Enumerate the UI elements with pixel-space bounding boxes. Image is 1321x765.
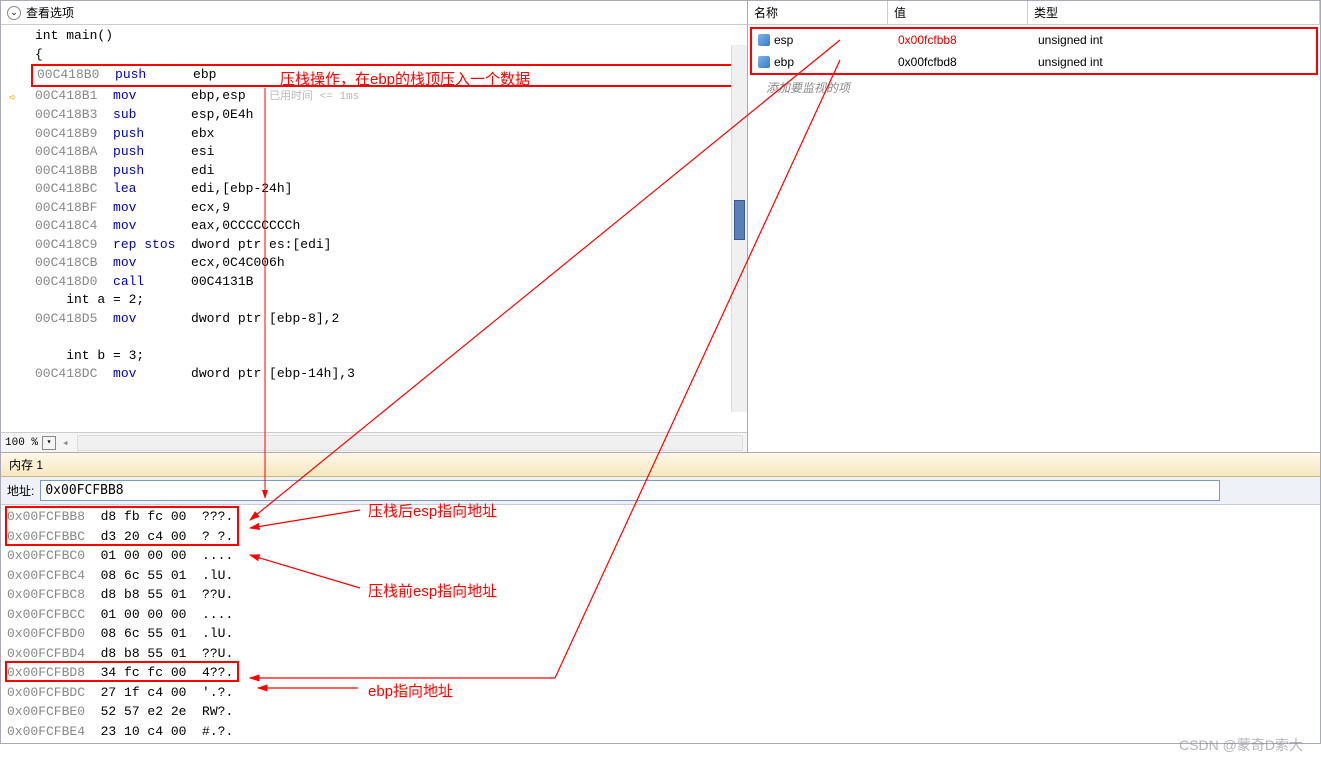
watch-row[interactable]: esp0x00fcfbb8unsigned int — [752, 29, 1316, 51]
scroll-thumb[interactable] — [734, 200, 745, 240]
zoom-dropdown[interactable]: ▾ — [42, 436, 56, 450]
zoom-value: 100 % — [5, 437, 38, 449]
memory-row[interactable]: 0x00FCFBD0 08 6c 55 01 .lU. — [7, 624, 1314, 644]
code-line[interactable]: 00C418BA push esi — [31, 143, 747, 162]
code-header-title: 查看选项 — [26, 4, 74, 21]
code-line[interactable]: 00C418D5 mov dword ptr [ebp-8],2 — [31, 310, 747, 329]
memory-row[interactable]: 0x00FCFBD8 34 fc fc 00 4??. — [7, 663, 1314, 683]
memory-row[interactable]: 0x00FCFBC0 01 00 00 00 .... — [7, 546, 1314, 566]
code-line[interactable]: 00C418CB mov ecx,0C4C006h — [31, 254, 747, 273]
code-header: ⌄ 查看选项 — [1, 1, 747, 25]
memory-row[interactable]: 0x00FCFBDC 27 1f c4 00 '.?. — [7, 683, 1314, 703]
code-line[interactable]: 00C418B9 push ebx — [31, 125, 747, 144]
code-line[interactable]: 00C418DC mov dword ptr [ebp-14h],3 — [31, 365, 747, 384]
code-line[interactable]: int main() — [31, 27, 747, 46]
disassembly-pane: ⌄ 查看选项 int main(){00C418B0 push ebp➪00C4… — [1, 1, 748, 452]
code-line[interactable]: 00C418D0 call 00C4131B — [31, 273, 747, 292]
memory-address-row: 地址: — [1, 477, 1320, 505]
code-line[interactable]: 00C418C4 mov eax,0CCCCCCCCh — [31, 217, 747, 236]
code-body[interactable]: int main(){00C418B0 push ebp➪00C418B1 mo… — [1, 25, 747, 432]
code-line[interactable]: int a = 2; — [31, 291, 747, 310]
zoom-bar: 100 % ▾ ◂ — [1, 432, 747, 452]
vertical-scrollbar[interactable] — [731, 45, 747, 412]
memory-row[interactable]: 0x00FCFBCC 01 00 00 00 .... — [7, 605, 1314, 625]
memory-row[interactable]: 0x00FCFBD4 d8 b8 55 01 ??U. — [7, 644, 1314, 664]
watch-pane: 名称 值 类型 esp0x00fcfbb8unsigned intebp0x00… — [748, 1, 1320, 452]
memory-pane: 内存 1 地址: 0x00FCFBB8 d8 fb fc 00 ???.0x00… — [0, 453, 1321, 744]
watch-col-type: 类型 — [1028, 1, 1320, 24]
memory-row[interactable]: 0x00FCFBE0 52 57 e2 2e RW?. — [7, 702, 1314, 722]
watch-placeholder[interactable]: 添加要监视的项 — [748, 77, 1320, 98]
memory-row[interactable]: 0x00FCFBBC d3 20 c4 00 ? ?. — [7, 527, 1314, 547]
watch-highlight-box: esp0x00fcfbb8unsigned intebp0x00fcfbd8un… — [750, 27, 1318, 75]
memory-body[interactable]: 0x00FCFBB8 d8 fb fc 00 ???.0x00FCFBBC d3… — [1, 505, 1320, 743]
variable-icon — [758, 34, 770, 46]
memory-row[interactable]: 0x00FCFBB8 d8 fb fc 00 ???. — [7, 507, 1314, 527]
watch-col-value: 值 — [888, 1, 1028, 24]
memory-row[interactable]: 0x00FCFBC4 08 6c 55 01 .lU. — [7, 566, 1314, 586]
code-line[interactable]: 00C418BC lea edi,[ebp-24h] — [31, 180, 747, 199]
watch-col-name: 名称 — [748, 1, 888, 24]
watch-header: 名称 值 类型 — [748, 1, 1320, 25]
chevron-down-icon[interactable]: ⌄ — [7, 6, 21, 20]
code-line[interactable]: 00C418C9 rep stos dword ptr es:[edi] — [31, 236, 747, 255]
code-line[interactable]: 00C418BF mov ecx,9 — [31, 199, 747, 218]
code-line[interactable]: 00C418B3 sub esp,0E4h — [31, 106, 747, 125]
code-line[interactable]: 00C418BB push edi — [31, 162, 747, 181]
memory-address-label: 地址: — [7, 482, 34, 499]
current-line-arrow-icon: ➪ — [9, 89, 16, 108]
code-line[interactable]: 00C418B0 push ebp — [31, 64, 747, 87]
horizontal-scrollbar[interactable] — [77, 435, 743, 451]
code-line[interactable]: ➪00C418B1 mov ebp,esp 已用时间 <= 1ms — [31, 87, 747, 107]
memory-row[interactable]: 0x00FCFBC8 d8 b8 55 01 ??U. — [7, 585, 1314, 605]
variable-icon — [758, 56, 770, 68]
memory-row[interactable]: 0x00FCFBE4 23 10 c4 00 #.?. — [7, 722, 1314, 742]
memory-title: 内存 1 — [1, 453, 1320, 477]
code-line[interactable]: { — [31, 46, 747, 65]
watch-row[interactable]: ebp0x00fcfbd8unsigned int — [752, 51, 1316, 73]
scroll-left-icon[interactable]: ◂ — [62, 436, 69, 450]
code-line[interactable] — [31, 328, 747, 347]
memory-address-input[interactable] — [40, 480, 1220, 501]
code-line[interactable]: int b = 3; — [31, 347, 747, 366]
